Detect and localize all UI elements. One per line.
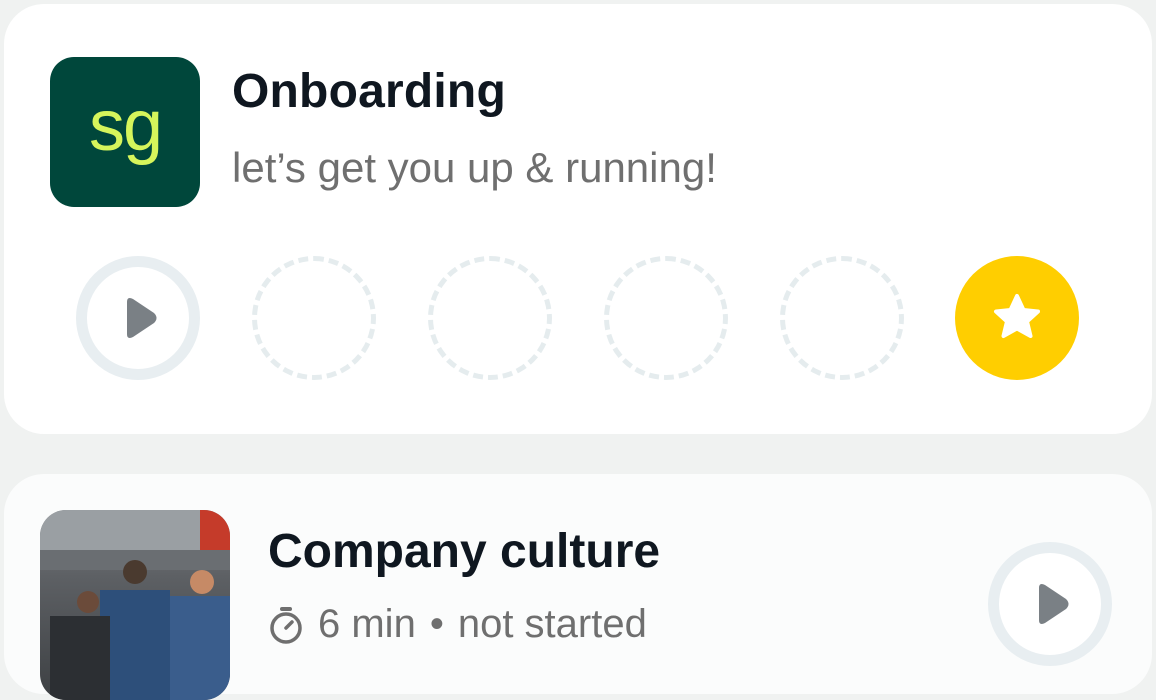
step-5-empty [780,256,904,380]
course-meta: 6 min • not started [268,602,647,647]
play-icon [1039,584,1069,624]
course-card[interactable]: Company culture 6 min • not started [4,474,1152,700]
play-icon [127,298,157,338]
course-play-button[interactable] [988,542,1112,666]
stopwatch-icon [270,606,302,644]
onboarding-card[interactable]: sg Onboarding let’s get you up & running… [4,4,1152,434]
course-title: Company culture [268,525,661,578]
course-status: not started [457,602,647,646]
meta-separator: • [429,602,444,646]
step-6-reward[interactable] [955,256,1079,380]
step-2-empty [252,256,376,380]
course-thumbnail [40,510,230,700]
step-1-play-button[interactable] [76,256,200,380]
course-duration: 6 min [318,602,416,646]
step-4-empty [604,256,728,380]
step-3-empty [428,256,552,380]
star-icon [994,294,1040,338]
progress-steps [4,4,1152,434]
